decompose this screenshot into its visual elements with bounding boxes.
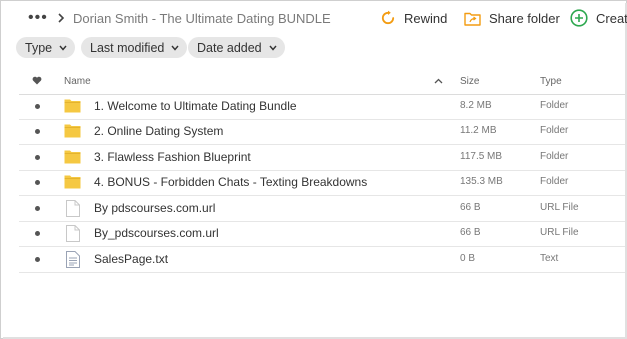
rewind-icon xyxy=(381,10,395,25)
file-icon xyxy=(66,225,80,242)
file-name[interactable]: 1. Welcome to Ultimate Dating Bundle xyxy=(94,99,297,113)
favorite-dot[interactable] xyxy=(35,104,40,109)
table-row[interactable]: 4. BONUS - Forbidden Chats - Texting Bre… xyxy=(19,170,625,196)
table-row[interactable]: 2. Online Dating System 11.2 MB Folder xyxy=(19,119,625,145)
folder-icon xyxy=(64,99,81,113)
top-bar: ••• Dorian Smith - The Ultimate Dating B… xyxy=(0,0,627,36)
folder-icon xyxy=(64,150,81,164)
file-name[interactable]: 4. BONUS - Forbidden Chats - Texting Bre… xyxy=(94,175,367,189)
chevron-right-icon xyxy=(58,13,65,23)
filter-type[interactable]: Type xyxy=(16,37,76,58)
favorite-dot[interactable] xyxy=(35,155,40,160)
rewind-button[interactable]: Rewind xyxy=(380,8,447,28)
favorite-dot[interactable] xyxy=(35,257,40,262)
favorite-dot[interactable] xyxy=(35,206,40,211)
file-size: 117.5 MB xyxy=(460,151,503,162)
file-type: Folder xyxy=(540,100,569,111)
column-header-size[interactable]: Size xyxy=(460,76,479,87)
text-file-icon xyxy=(66,251,80,268)
rewind-label: Rewind xyxy=(404,10,448,26)
plus-circle-icon xyxy=(570,9,588,27)
favorite-dot[interactable] xyxy=(35,231,40,236)
create-button[interactable]: Create xyxy=(570,8,627,28)
create-label: Create xyxy=(596,10,627,26)
table-row[interactable]: By_pdscourses.com.url 66 B URL File xyxy=(19,221,625,247)
chevron-down-icon xyxy=(269,45,277,51)
table-header: Name Size Type xyxy=(19,70,625,95)
share-folder-button[interactable]: Share folder xyxy=(464,8,560,28)
file-size: 8.2 MB xyxy=(460,100,492,111)
file-type: URL File xyxy=(540,227,579,238)
file-type: Folder xyxy=(540,125,569,136)
filter-date-added[interactable]: Date added xyxy=(188,37,285,58)
breadcrumb-current-folder[interactable]: Dorian Smith - The Ultimate Dating BUNDL… xyxy=(73,11,331,26)
file-size: 66 B xyxy=(460,202,481,213)
share-folder-label: Share folder xyxy=(489,10,560,26)
file-type: URL File xyxy=(540,202,579,213)
file-size: 0 B xyxy=(460,253,476,264)
heart-icon[interactable] xyxy=(32,76,42,85)
filter-date-added-label: Date added xyxy=(197,40,262,55)
file-type: Text xyxy=(540,253,559,264)
chevron-down-icon xyxy=(171,45,179,51)
file-name[interactable]: 3. Flawless Fashion Blueprint xyxy=(94,150,251,164)
favorite-dot[interactable] xyxy=(35,129,40,134)
table-row[interactable]: 1. Welcome to Ultimate Dating Bundle 8.2… xyxy=(19,94,625,120)
file-size: 135.3 MB xyxy=(460,176,503,187)
favorite-dot[interactable] xyxy=(35,180,40,185)
file-type: Folder xyxy=(540,151,569,162)
more-menu-button[interactable]: ••• xyxy=(28,10,48,26)
column-header-type[interactable]: Type xyxy=(540,76,562,87)
folder-icon xyxy=(64,175,81,189)
file-name[interactable]: SalesPage.txt xyxy=(94,252,168,266)
file-type: Folder xyxy=(540,176,569,187)
file-size: 11.2 MB xyxy=(460,125,497,136)
chevron-down-icon xyxy=(59,45,67,51)
filter-last-modified-label: Last modified xyxy=(90,40,165,55)
file-name[interactable]: 2. Online Dating System xyxy=(94,124,223,138)
folder-icon xyxy=(64,124,81,138)
column-header-name[interactable]: Name xyxy=(64,76,91,87)
table-row[interactable]: 3. Flawless Fashion Blueprint 117.5 MB F… xyxy=(19,145,625,171)
sort-ascending-icon[interactable] xyxy=(434,78,443,84)
file-icon xyxy=(66,200,80,217)
share-folder-icon xyxy=(464,12,481,26)
file-size: 66 B xyxy=(460,227,481,238)
table-row[interactable]: By pdscourses.com.url 66 B URL File xyxy=(19,196,625,222)
filter-type-label: Type xyxy=(25,40,53,55)
file-name[interactable]: By pdscourses.com.url xyxy=(94,201,215,215)
table-row[interactable]: SalesPage.txt 0 B Text xyxy=(19,247,625,273)
filter-last-modified[interactable]: Last modified xyxy=(81,37,188,58)
file-name[interactable]: By_pdscourses.com.url xyxy=(94,226,219,240)
